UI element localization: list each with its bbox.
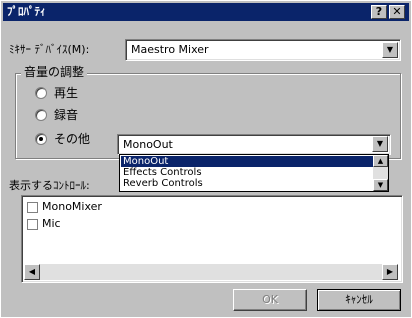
radio-recording[interactable]	[35, 109, 47, 121]
mixer-device-value: Maestro Mixer	[131, 43, 209, 56]
controls-listbox[interactable]: MonoMixer Mic ◀ ▶	[21, 195, 403, 283]
properties-dialog: ﾌﾟﾛﾊﾟﾃｨ ? ✕ ﾐｷｻｰ ﾃﾞﾊﾞｲｽ(M): Maestro Mixe…	[0, 0, 412, 318]
radio-other-label[interactable]: その他	[54, 131, 90, 147]
cancel-button[interactable]: ｷｬﾝｾﾙ	[317, 289, 401, 311]
dropdown-item-monoout[interactable]: MonoOut	[121, 156, 376, 167]
mixer-device-select[interactable]: Maestro Mixer ▼	[125, 39, 401, 61]
scroll-left-button[interactable]: ◀	[24, 264, 40, 280]
scroll-right-button[interactable]: ▶	[382, 264, 398, 280]
radio-recording-label[interactable]: 録音	[54, 107, 78, 123]
control-item-mic[interactable]: Mic	[42, 217, 61, 231]
radio-selected-dot	[39, 137, 43, 141]
radio-playback-label[interactable]: 再生	[54, 85, 78, 101]
dropdown-item-reverb-controls[interactable]: Reverb Controls	[121, 178, 376, 189]
radio-other[interactable]	[35, 133, 47, 145]
ok-button[interactable]: OK	[233, 289, 307, 311]
controls-label: 表示するｺﾝﾄﾛｰﾙ:	[9, 179, 90, 192]
chevron-down-icon: ▼	[386, 45, 394, 54]
volume-adjust-title: 音量の調整	[21, 64, 88, 80]
other-device-dropdown-list[interactable]: MonoOut Effects Controls Reverb Controls…	[119, 154, 389, 192]
chevron-up-icon: ▲	[377, 157, 384, 165]
controls-horizontal-scrollbar[interactable]: ◀ ▶	[24, 264, 398, 280]
mixer-device-label: ﾐｷｻｰ ﾃﾞﾊﾞｲｽ(M):	[9, 43, 90, 56]
chevron-down-icon: ▼	[377, 181, 384, 189]
radio-playback[interactable]	[35, 87, 47, 99]
title-bar[interactable]: ﾌﾟﾛﾊﾟﾃｨ ? ✕	[3, 3, 409, 21]
scroll-up-button[interactable]: ▲	[373, 155, 388, 167]
chevron-down-icon: ▼	[376, 139, 384, 148]
chevron-right-icon: ▶	[386, 267, 394, 276]
help-button[interactable]: ?	[371, 5, 387, 19]
other-device-select[interactable]: MonoOut ▼	[117, 134, 391, 155]
dropdown-scrollbar[interactable]: ▲ ▼	[373, 155, 388, 191]
window-title: ﾌﾟﾛﾊﾟﾃｨ	[7, 5, 46, 18]
other-device-dropdown-button[interactable]: ▼	[372, 136, 388, 152]
dropdown-item-effects-controls[interactable]: Effects Controls	[121, 167, 376, 178]
checkbox-monomixer[interactable]	[27, 202, 38, 213]
close-button[interactable]: ✕	[389, 5, 405, 19]
checkbox-mic[interactable]	[27, 219, 38, 230]
control-item-monomixer[interactable]: MonoMixer	[42, 200, 102, 214]
mixer-device-dropdown-button[interactable]: ▼	[382, 42, 398, 58]
other-device-value: MonoOut	[123, 138, 173, 151]
scroll-down-button[interactable]: ▼	[373, 179, 388, 191]
chevron-left-icon: ◀	[28, 267, 36, 276]
